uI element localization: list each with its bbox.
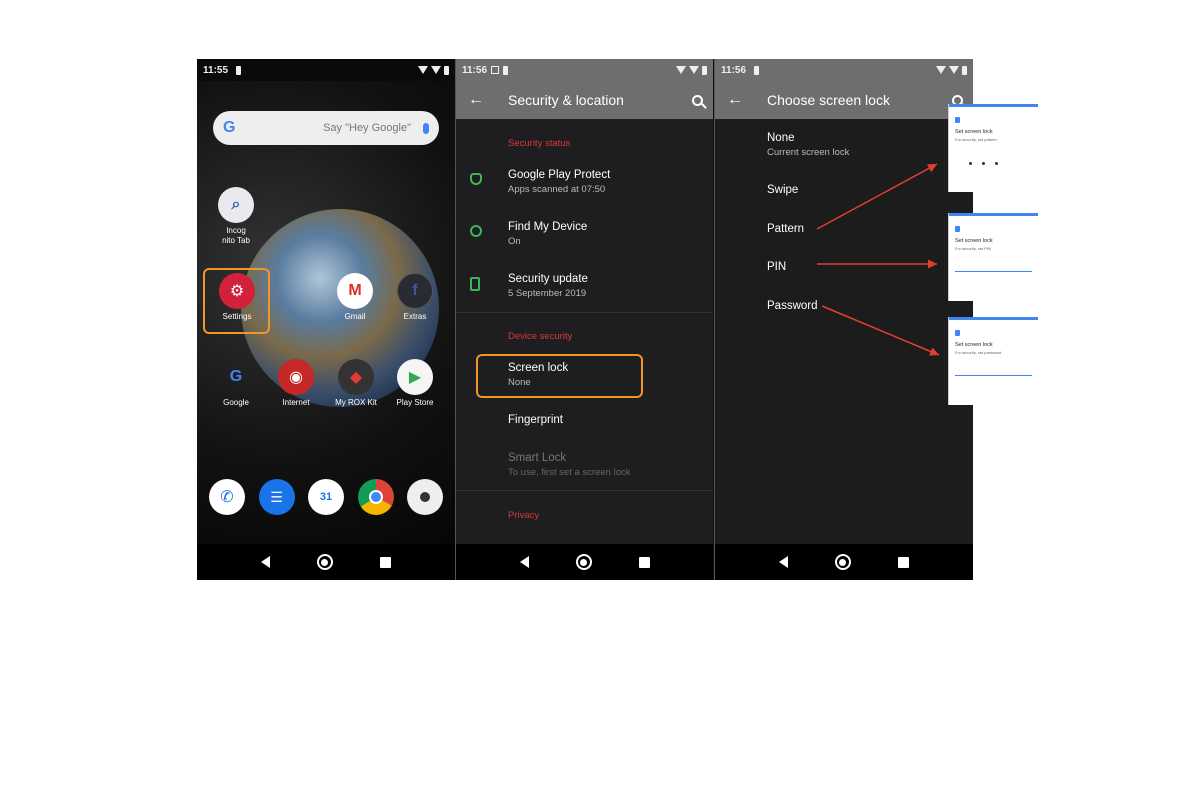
arrow-pattern — [816, 163, 938, 230]
arrow-password — [821, 305, 940, 356]
annotation-arrows — [816, 163, 940, 356]
screenshot-composite: 11:55 G Say "Hey Google" ⌕ Incog nito Ta… — [197, 59, 1039, 580]
